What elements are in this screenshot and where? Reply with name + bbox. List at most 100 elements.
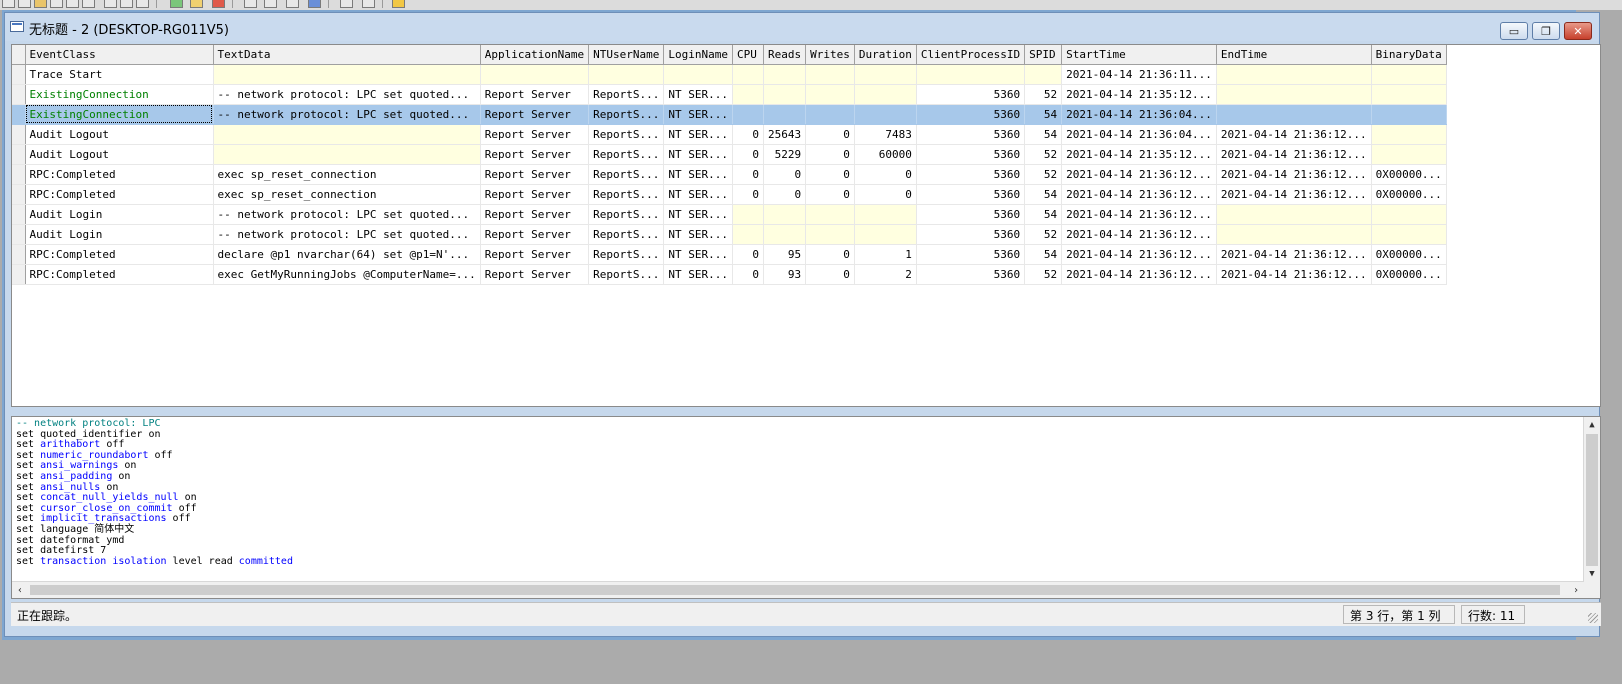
cell-endtime[interactable] [1216, 204, 1372, 225]
properties-icon[interactable] [66, 0, 79, 8]
cell-starttime[interactable]: 2021-04-14 21:36:12... [1061, 204, 1217, 225]
organize-icon[interactable] [120, 0, 133, 8]
cell-ntusername[interactable]: ReportS... [588, 124, 665, 145]
table-row[interactable]: ExistingConnection -- network protocol: L… [12, 104, 1447, 125]
cell-spid[interactable] [1024, 64, 1063, 85]
cell-reads[interactable]: 93 [763, 264, 807, 285]
clear-icon[interactable] [244, 0, 257, 8]
scroll-down-icon[interactable]: ▼ [1584, 566, 1600, 582]
event-text[interactable]: -- network protocol: LPC set quoted_ident… [16, 418, 293, 567]
cell-applicationname[interactable]: Report Server [480, 264, 590, 285]
find-icon[interactable] [82, 0, 95, 8]
row-selector[interactable] [12, 204, 26, 225]
column-header-cpu[interactable]: CPU [732, 45, 764, 65]
cell-clientprocessid[interactable]: 5360 [916, 244, 1026, 265]
cell-eventclass[interactable]: Audit Logout [25, 124, 214, 145]
cell-clientprocessid[interactable]: 5360 [916, 164, 1026, 185]
table-row[interactable]: Trace Start 2021-04-14 21:36:11... [12, 64, 1447, 85]
cell-binarydata[interactable] [1371, 104, 1447, 125]
cell-eventclass[interactable]: Audit Login [25, 224, 214, 245]
cell-textdata[interactable]: exec sp_reset_connection [213, 184, 481, 205]
horizontal-scrollbar[interactable]: ‹ › [12, 581, 1584, 598]
cell-clientprocessid[interactable]: 5360 [916, 144, 1026, 165]
help-icon[interactable] [392, 0, 405, 8]
cell-writes[interactable] [805, 64, 855, 85]
cell-reads[interactable]: 25643 [763, 124, 807, 145]
row-selector[interactable] [12, 104, 26, 125]
cell-duration[interactable] [854, 84, 917, 105]
scroll-right-icon[interactable]: › [1568, 582, 1584, 598]
table-row[interactable]: Audit Login -- network protocol: LPC set … [12, 204, 1447, 225]
cell-cpu[interactable]: 0 [732, 124, 764, 145]
cell-textdata[interactable]: exec sp_reset_connection [213, 164, 481, 185]
cell-writes[interactable]: 0 [805, 124, 855, 145]
column-header-textdata[interactable]: TextData [213, 45, 481, 65]
table-row[interactable]: RPC:Completed declare @p1 nvarchar(64) se… [12, 244, 1447, 265]
cell-starttime[interactable]: 2021-04-14 21:36:12... [1061, 244, 1217, 265]
cell-reads[interactable]: 5229 [763, 144, 807, 165]
cell-writes[interactable]: 0 [805, 164, 855, 185]
cell-duration[interactable] [854, 224, 917, 245]
cell-loginname[interactable]: NT SER... [663, 104, 733, 125]
row-selector[interactable] [12, 184, 26, 205]
cell-textdata[interactable]: -- network protocol: LPC set quoted... [213, 84, 481, 105]
cell-applicationname[interactable]: Report Server [480, 144, 590, 165]
cell-eventclass[interactable]: RPC:Completed [25, 244, 214, 265]
cell-writes[interactable]: 0 [805, 264, 855, 285]
cell-applicationname[interactable] [480, 64, 590, 85]
cell-reads[interactable]: 0 [763, 164, 807, 185]
cell-duration[interactable]: 1 [854, 244, 917, 265]
query-analyzer-icon[interactable] [362, 0, 375, 8]
column-header-binarydata[interactable]: BinaryData [1371, 45, 1447, 65]
cell-ntusername[interactable]: ReportS... [588, 204, 665, 225]
cell-ntusername[interactable]: ReportS... [588, 104, 665, 125]
scroll-up-icon[interactable]: ▲ [1584, 417, 1600, 433]
row-selector[interactable] [12, 224, 26, 245]
row-selector-header[interactable] [12, 45, 26, 65]
cell-starttime[interactable]: 2021-04-14 21:36:12... [1061, 224, 1217, 245]
cell-duration[interactable]: 0 [854, 184, 917, 205]
cell-textdata[interactable] [213, 144, 481, 165]
activity-monitor-icon[interactable] [340, 0, 353, 8]
cell-starttime[interactable]: 2021-04-14 21:36:04... [1061, 124, 1217, 145]
cell-clientprocessid[interactable]: 5360 [916, 124, 1026, 145]
row-selector[interactable] [12, 144, 26, 165]
cell-duration[interactable] [854, 204, 917, 225]
cell-spid[interactable]: 52 [1024, 84, 1063, 105]
cell-loginname[interactable]: NT SER... [663, 224, 733, 245]
cell-ntusername[interactable]: ReportS... [588, 224, 665, 245]
cell-loginname[interactable]: NT SER... [663, 184, 733, 205]
cell-textdata[interactable]: -- network protocol: LPC set quoted... [213, 104, 481, 125]
cell-writes[interactable]: 0 [805, 144, 855, 165]
title-bar[interactable]: 无标题 - 2 (DESKTOP-RG011V5) ▭ ❐ ✕ [5, 13, 1599, 41]
cell-duration[interactable]: 7483 [854, 124, 917, 145]
cell-ntusername[interactable] [588, 64, 665, 85]
scroll-left-icon[interactable]: ‹ [12, 582, 28, 598]
cell-reads[interactable] [763, 224, 807, 245]
cell-spid[interactable]: 54 [1024, 204, 1063, 225]
cell-reads[interactable] [763, 64, 807, 85]
cell-writes[interactable] [805, 224, 855, 245]
cell-writes[interactable] [805, 84, 855, 105]
trace-properties-icon[interactable] [264, 0, 277, 8]
cell-textdata[interactable]: declare @p1 nvarchar(64) set @p1=N'... [213, 244, 481, 265]
open-icon[interactable] [34, 0, 47, 8]
cell-clientprocessid[interactable]: 5360 [916, 224, 1026, 245]
events-icon[interactable] [136, 0, 149, 8]
cell-spid[interactable]: 54 [1024, 244, 1063, 265]
cell-endtime[interactable] [1216, 224, 1372, 245]
scroll-icon[interactable] [308, 0, 321, 8]
table-row[interactable]: Audit Logout Report Server ReportS... NT SE… [12, 124, 1447, 145]
cell-starttime[interactable]: 2021-04-14 21:35:12... [1061, 144, 1217, 165]
table-row[interactable]: Audit Logout Report Server ReportS... NT SE… [12, 144, 1447, 165]
cell-spid[interactable]: 52 [1024, 264, 1063, 285]
cell-reads[interactable]: 0 [763, 184, 807, 205]
cell-endtime[interactable]: 2021-04-14 21:36:12... [1216, 244, 1372, 265]
cell-binarydata[interactable] [1371, 124, 1447, 145]
cell-clientprocessid[interactable]: 5360 [916, 104, 1026, 125]
cell-binarydata[interactable] [1371, 224, 1447, 245]
column-header-ntusername[interactable]: NTUserName [588, 45, 665, 65]
cell-clientprocessid[interactable]: 5360 [916, 204, 1026, 225]
cell-reads[interactable] [763, 84, 807, 105]
cell-writes[interactable]: 0 [805, 184, 855, 205]
